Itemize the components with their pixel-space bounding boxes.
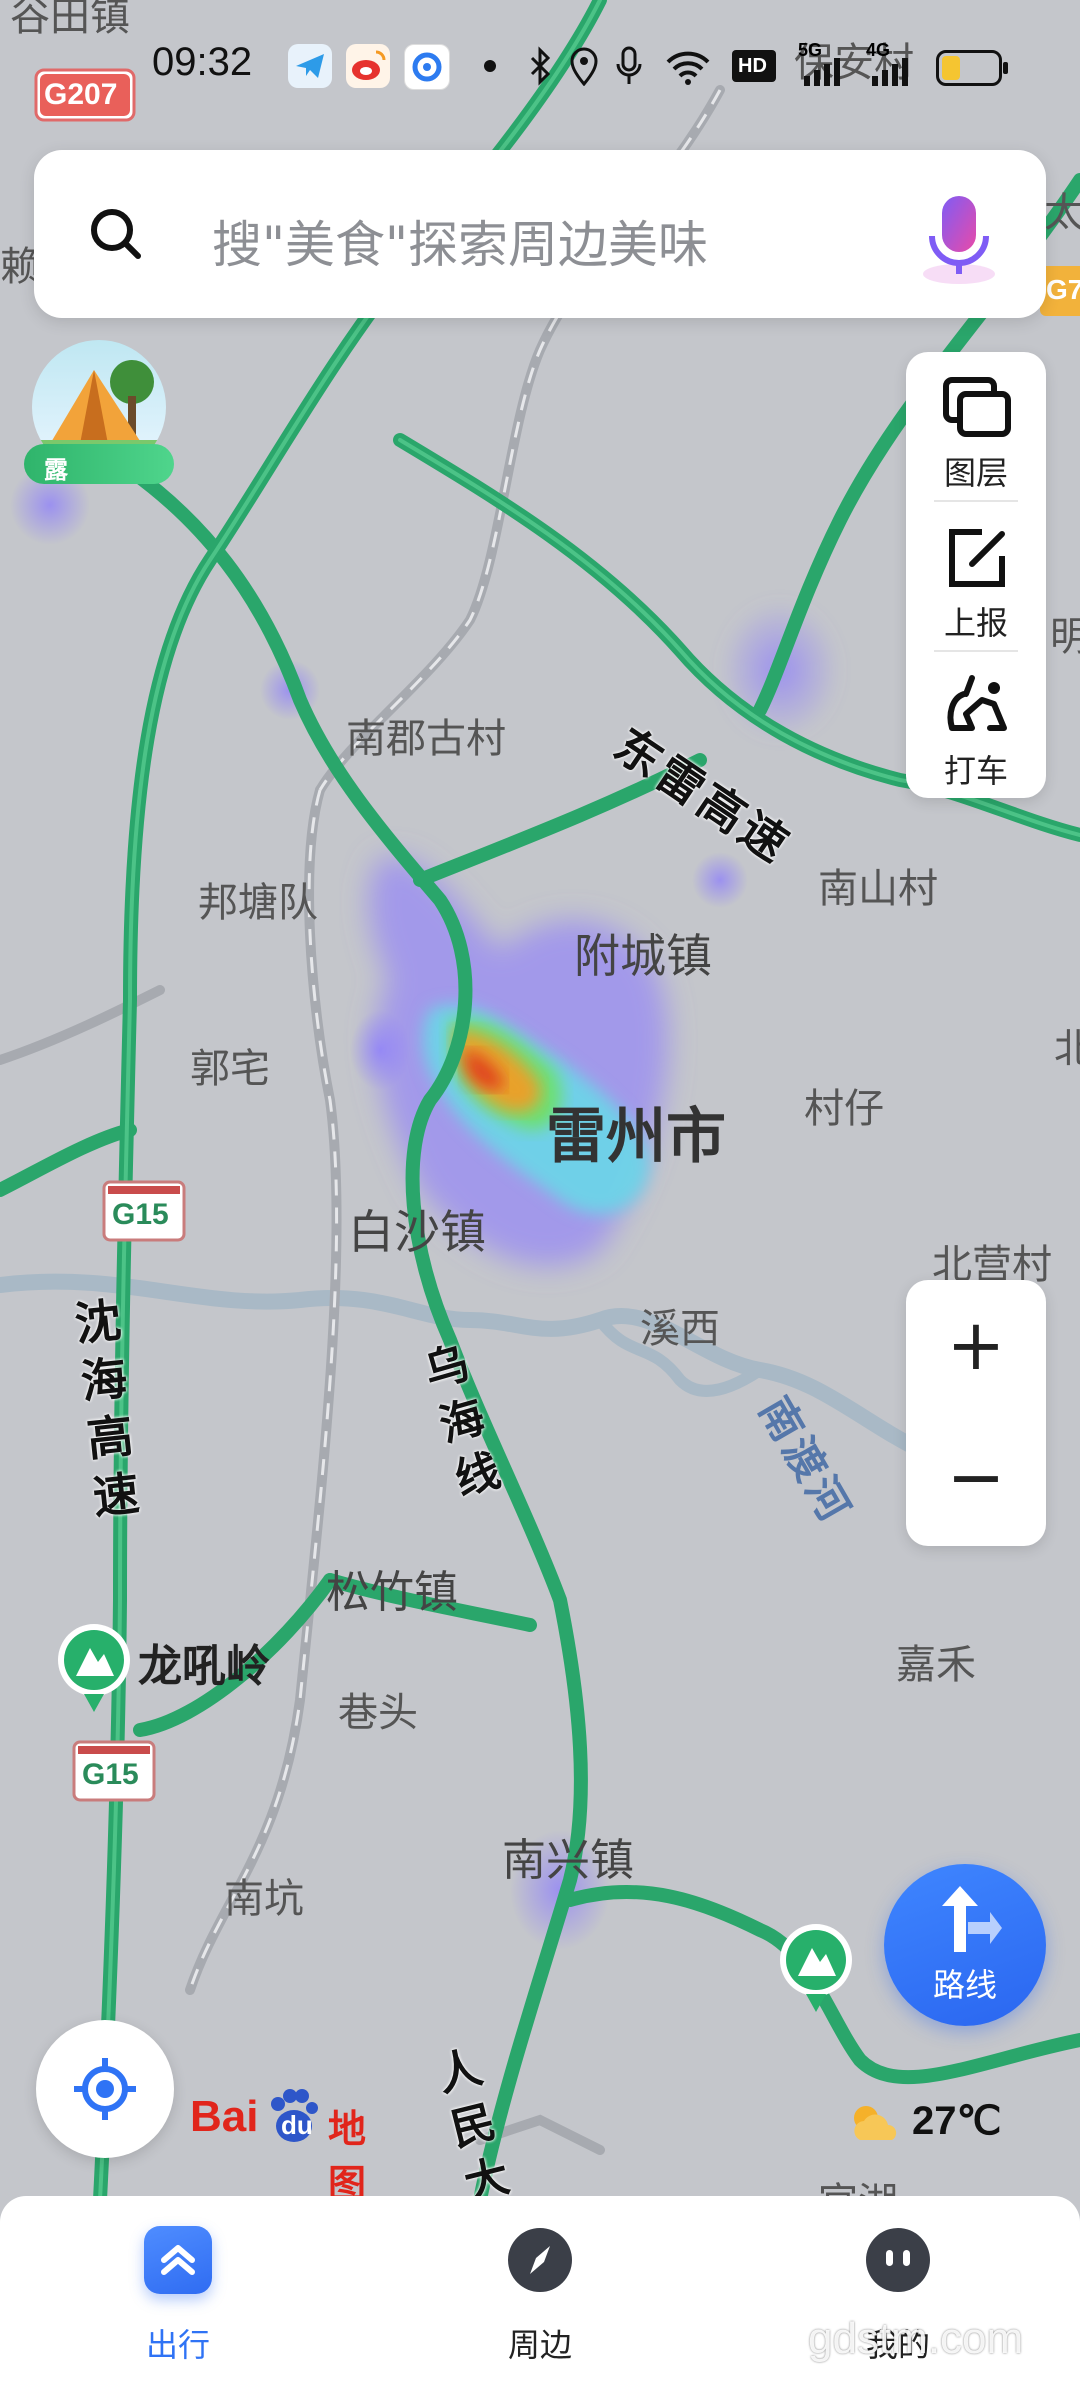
partly-cloudy-icon (854, 2106, 897, 2140)
place-label[interactable]: 南坑 (224, 1866, 304, 1924)
place-label[interactable]: 溪西 (640, 1296, 720, 1354)
place-label[interactable]: 附城镇 (574, 920, 712, 986)
profile-icon (864, 2226, 932, 2294)
travel-icon (144, 2226, 212, 2294)
place-label[interactable]: 南山村 (818, 856, 938, 914)
location-icon (570, 47, 598, 86)
taxi-label: 打车 (943, 752, 1008, 790)
layers-icon (943, 377, 1011, 437)
search-placeholder[interactable]: 搜"美食"探索周边美味 (212, 205, 708, 277)
layers-label: 图层 (943, 454, 1008, 492)
telegram-icon (288, 44, 332, 88)
wifi-icon (666, 51, 710, 85)
dot-icon (484, 60, 496, 72)
shield-g15-text-2: G15 (82, 1758, 139, 1791)
place-label[interactable]: 南郡古村 (346, 706, 506, 764)
tab-nearby-label: 周边 (507, 2326, 572, 2364)
weather-temp: 27℃ (912, 2099, 1002, 2143)
camping-badge[interactable]: 露 (24, 340, 174, 490)
weibo-icon (346, 44, 390, 88)
watermark: gdstm.com (808, 2314, 1024, 2363)
camping-tag: 露 (24, 444, 174, 484)
voice-search-icon[interactable] (914, 188, 1004, 288)
place-label[interactable]: 村仔 (804, 1076, 884, 1134)
partial-label: 明 (1050, 614, 1080, 660)
partial-label: 太 (1044, 190, 1080, 236)
place-label[interactable]: 巷头 (338, 1680, 418, 1738)
layers-button[interactable]: 图层 (906, 352, 1046, 500)
route-label: 路线 (932, 1966, 997, 2004)
logo-map-text: 地图 (328, 2107, 367, 2206)
zoom-out-button[interactable]: − (906, 1414, 1046, 1546)
tab-nearby[interactable]: 周边 (440, 2196, 640, 2400)
tab-profile[interactable]: 我的 (798, 2196, 998, 2400)
report-button[interactable]: 上报 (906, 502, 1046, 650)
5g-signal-icon: 5G (792, 40, 852, 88)
report-label: 上报 (943, 604, 1008, 642)
place-label[interactable]: 郭宅 (190, 1036, 270, 1094)
place-label[interactable]: 嘉禾 (896, 1632, 976, 1690)
place-label[interactable]: 南兴镇 (502, 1824, 634, 1888)
zoom-in-icon: + (946, 1304, 1006, 1386)
mic-icon (616, 46, 642, 84)
route-button[interactable]: 路线 (884, 1864, 1046, 2026)
city-label[interactable]: 雷州市 (546, 1088, 726, 1175)
logo-bai-text: Bai (190, 2092, 259, 2141)
place-label[interactable]: 白沙镇 (348, 1196, 486, 1262)
partial-label: 北 (1054, 1026, 1080, 1072)
logo-du-text: du (281, 2110, 313, 2140)
camping-tag-label: 露 (44, 456, 68, 484)
place-label[interactable]: 邦塘队 (198, 870, 318, 928)
zoom-in-button[interactable]: + (906, 1280, 1046, 1412)
map-tools-panel: 图层 上报 打车 (906, 352, 1046, 798)
bluetooth-icon (530, 46, 551, 86)
place-label[interactable]: 松竹镇 (326, 1556, 458, 1620)
status-bar: 09:32 HD 5G 4G (0, 0, 1080, 130)
shield-g73-text: G73 (1046, 274, 1080, 305)
poi-label[interactable]: 龙吼岭 (138, 1630, 270, 1694)
taxi-button[interactable]: 打车 (906, 650, 1046, 798)
search-bar[interactable]: 搜"美食"探索周边美味 (34, 150, 1046, 318)
bottom-nav: 出行 周边 我的 gdstm.com (0, 2196, 1080, 2400)
zoom-control: + − (906, 1280, 1046, 1546)
report-icon (949, 529, 1005, 587)
compass-icon (506, 2226, 574, 2294)
status-time: 09:32 (152, 40, 253, 84)
taxi-icon (947, 675, 1007, 731)
hd-icon: HD (732, 50, 776, 82)
tab-travel[interactable]: 出行 (78, 2196, 278, 2400)
shield-g15-text: G15 (112, 1198, 169, 1231)
4g-signal-icon: 4G (860, 40, 920, 88)
tab-travel-label: 出行 (145, 2326, 210, 2364)
hd-text: HD (738, 55, 767, 77)
browser-icon (404, 44, 450, 90)
search-icon (91, 209, 141, 259)
locate-icon (74, 2058, 136, 2120)
battery-icon (936, 50, 1008, 86)
my-location-button[interactable] (36, 2020, 174, 2158)
route-arrow-icon (942, 1886, 1002, 1952)
zoom-out-icon: − (946, 1436, 1006, 1518)
